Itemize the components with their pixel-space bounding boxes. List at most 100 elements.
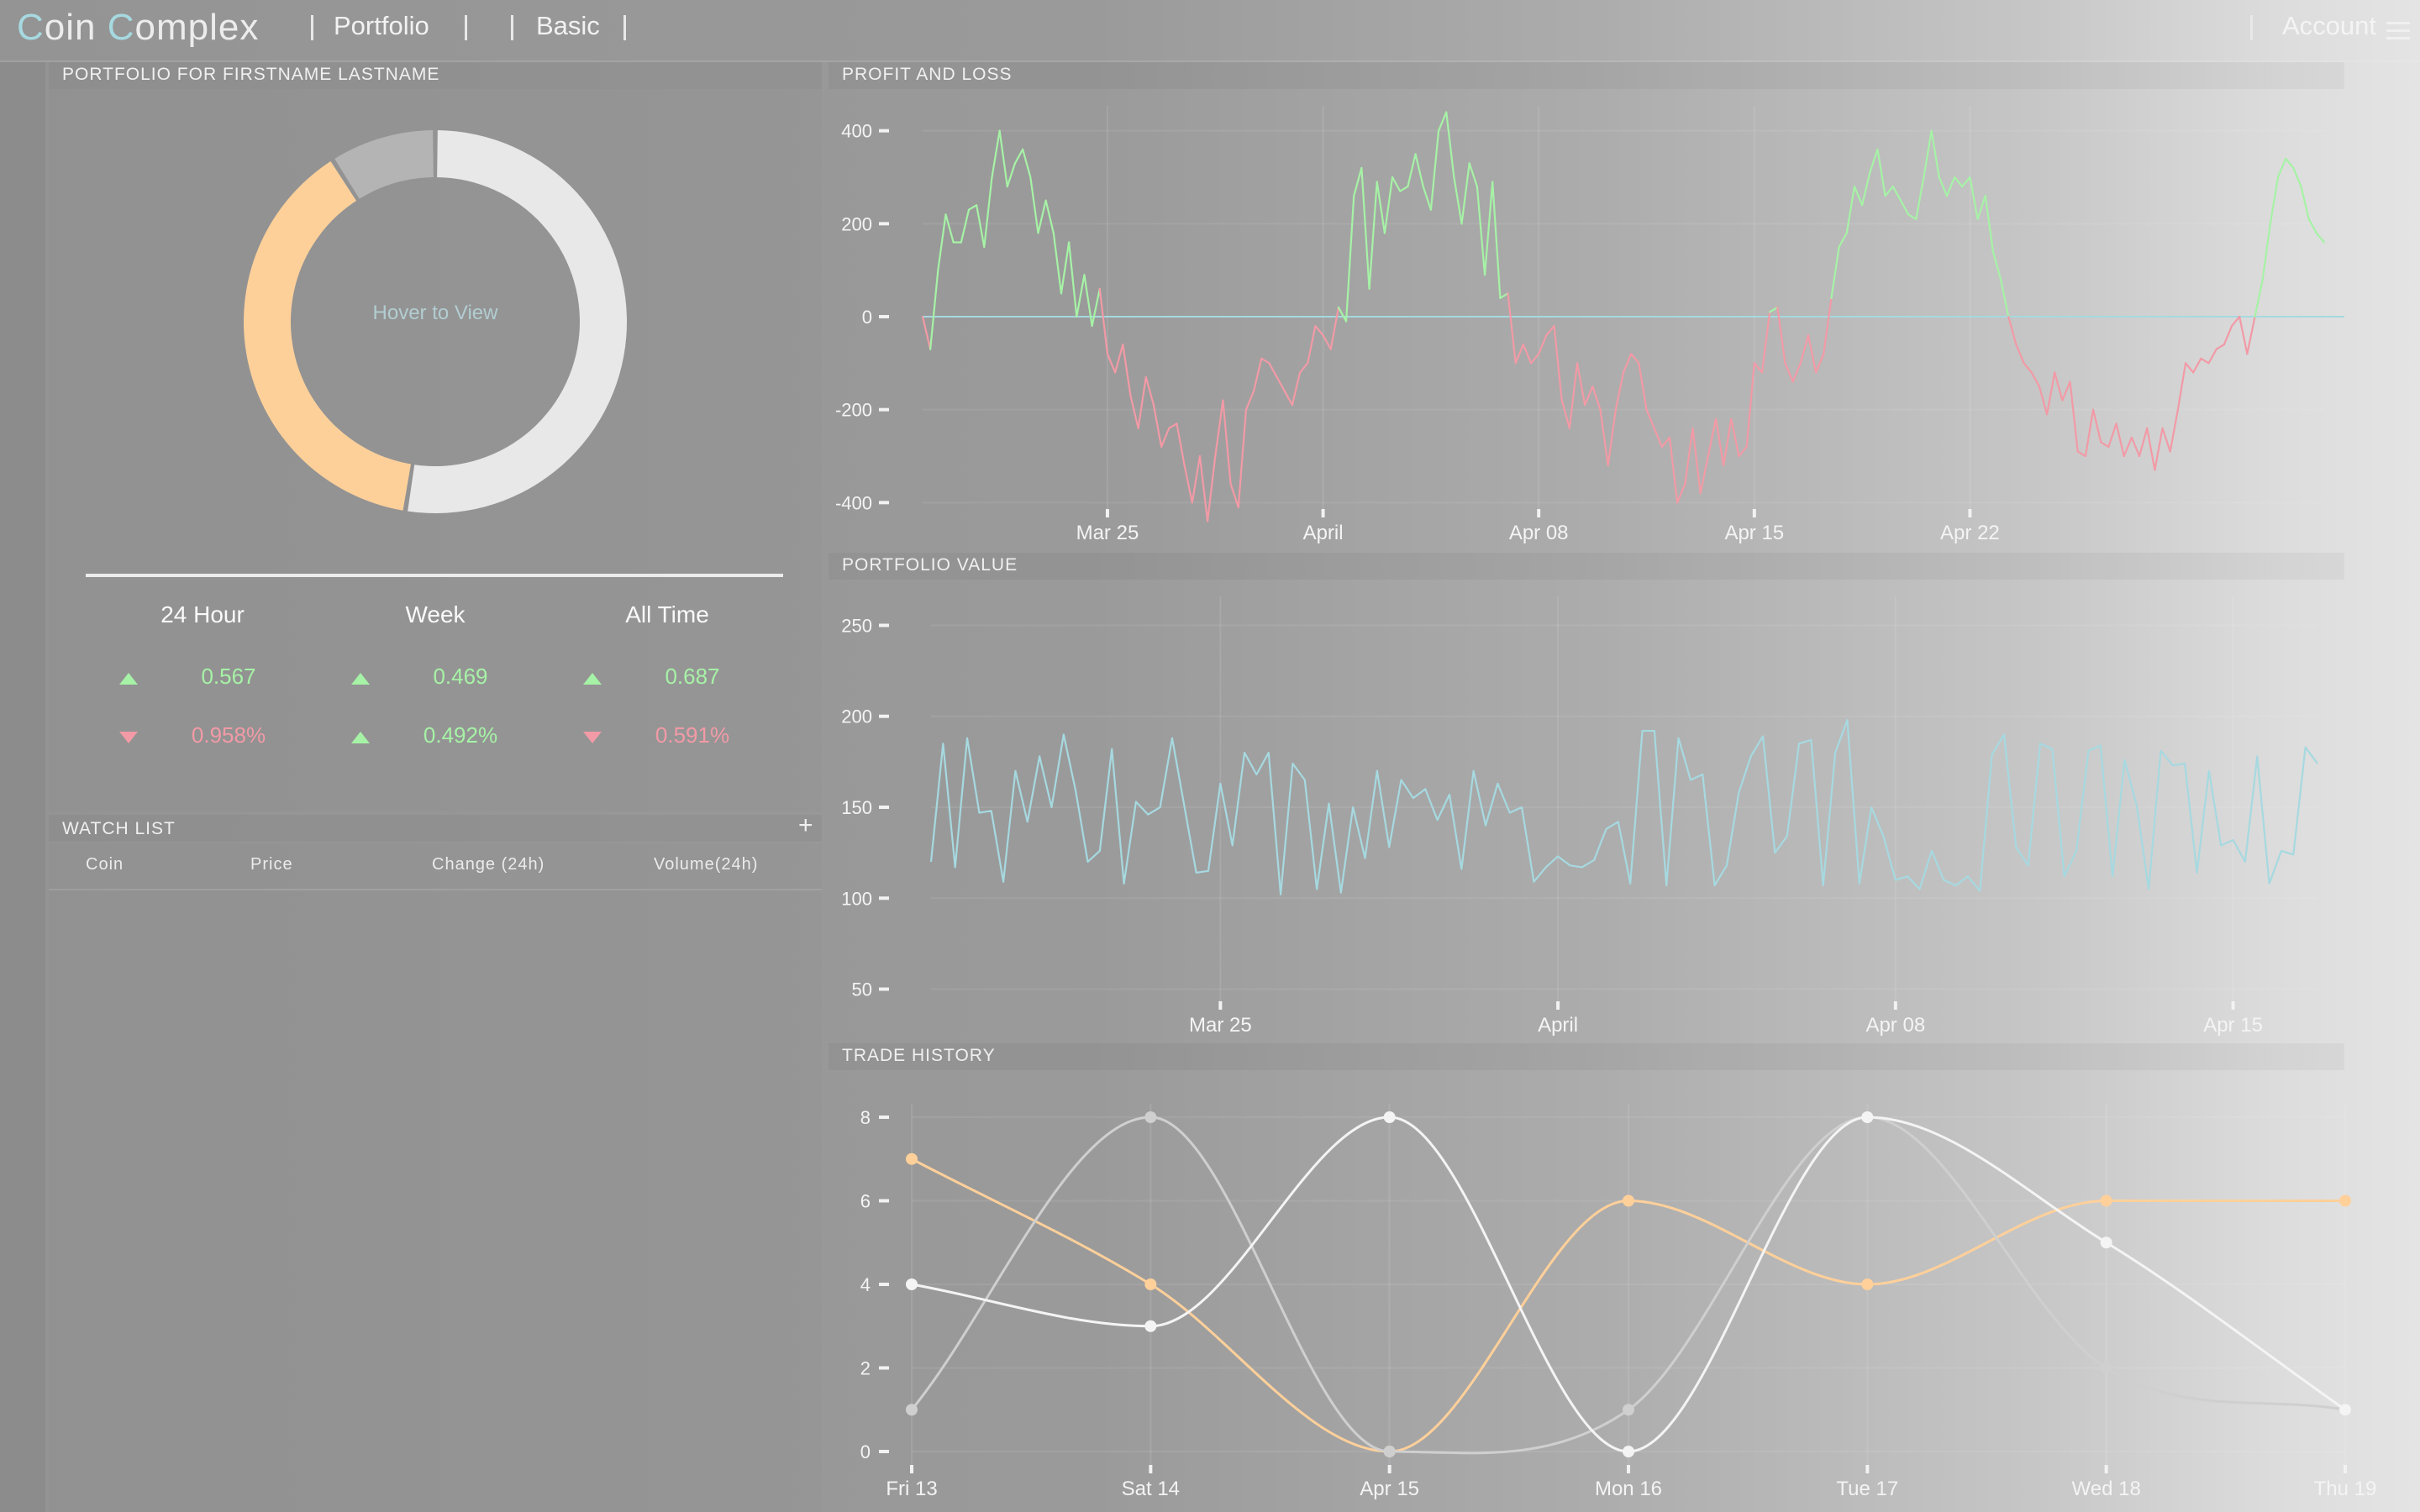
hamburger-menu-icon[interactable] <box>2386 22 2410 40</box>
trade-point[interactable] <box>906 1278 918 1290</box>
nav-portfolio-link[interactable]: Portfolio <box>334 11 429 41</box>
pnl-line-segment <box>1029 176 1039 234</box>
pnl-line-segment <box>2230 315 2241 328</box>
portfolio-donut-chart[interactable]: Hover to View <box>227 118 647 529</box>
trade-point[interactable] <box>1623 1404 1634 1416</box>
pnl-line-segment <box>1684 427 1694 486</box>
nav-divider <box>2250 15 2253 40</box>
stat-value: 0.492% <box>423 722 498 748</box>
pnl-line-segment <box>1260 357 1270 365</box>
pnl-line-segment <box>1499 292 1509 299</box>
trade-point[interactable] <box>1144 1111 1157 1123</box>
pnl-line-segment <box>1769 306 1779 313</box>
pnl-line-segment <box>1106 353 1117 374</box>
pnl-line-segment <box>1760 311 1771 374</box>
pnl-line-segment <box>1214 399 1224 458</box>
trade-point[interactable] <box>2100 1362 2112 1374</box>
pnl-line-segment <box>2200 357 2210 365</box>
donut-slice-2[interactable] <box>334 130 434 199</box>
pnl-line-segment <box>2091 408 2102 444</box>
trade-point[interactable] <box>2100 1194 2112 1207</box>
trade-point[interactable] <box>906 1152 918 1165</box>
trend-down-icon <box>583 732 602 743</box>
left-gutter <box>0 62 45 1512</box>
pnl-line-segment <box>2176 362 2187 411</box>
pnl-line-segment <box>1376 181 1386 234</box>
pnl-line-segment <box>1568 362 1579 429</box>
pnl-line-segment <box>1630 353 1640 365</box>
pnl-line-segment <box>1460 162 1470 225</box>
trade-point[interactable] <box>906 1404 918 1416</box>
logo-text-oin: oin <box>44 7 108 48</box>
app-logo[interactable]: Coin Complex <box>17 7 259 49</box>
add-watchlist-button[interactable]: + <box>798 811 813 840</box>
pnl-line-segment <box>1861 171 1871 207</box>
pnl-line-segment <box>1545 324 1555 337</box>
portfolio-value-chart[interactable]: Mar 25 April Apr 08 Apr 15 250 200 150 100 50 <box>829 580 2344 1042</box>
pnl-line-segment <box>1953 176 1964 188</box>
pnl-line-segment <box>1344 195 1355 323</box>
profit-loss-chart[interactable]: Mar 25 April Apr 08 Apr 15 Apr 22 400 200 0 -200… <box>829 89 2344 551</box>
trade-point[interactable] <box>1623 1194 1634 1207</box>
pnl-line-segment <box>1006 162 1017 188</box>
pnl-line-segment <box>1891 185 1902 202</box>
x-tick-label: Apr 08 <box>1509 522 1569 544</box>
logo-letter-c: C <box>17 7 45 48</box>
y-tick-label: 400 <box>841 121 872 142</box>
donut-slice-1[interactable] <box>244 161 411 511</box>
pnl-line-segment <box>1037 199 1047 234</box>
trade-point[interactable] <box>1861 1278 1874 1290</box>
pnl-line-segment <box>2084 408 2095 458</box>
pnl-line-segment <box>2223 324 2233 346</box>
pnl-line-segment <box>1022 148 1032 179</box>
pnl-line-segment <box>1622 353 1633 374</box>
pnl-line-segment <box>1553 324 1563 402</box>
pnl-line-segment <box>2276 157 2287 179</box>
pnl-line-segment <box>1915 176 1925 220</box>
pnl-line-segment <box>2292 166 2302 188</box>
trade-point[interactable] <box>1861 1111 1874 1123</box>
pnl-line-segment <box>1291 371 1302 407</box>
pnl-line-segment <box>2269 176 2280 225</box>
trade-history-chart[interactable]: Fri 13 Sat 14 Apr 15 Mon 16 Tue 17 Wed 18 Thu … <box>829 1070 2420 1512</box>
pnl-line-segment <box>1229 483 1239 508</box>
y-tick-label: 0 <box>860 1441 871 1462</box>
pnl-line-segment <box>2146 427 2156 471</box>
x-tick-label: Wed 18 <box>2072 1478 2141 1500</box>
pnl-line-segment <box>2192 357 2202 374</box>
pnl-line-segment <box>1252 357 1263 392</box>
pnl-line-segment <box>2285 157 2295 170</box>
pnl-line-segment <box>1191 454 1202 504</box>
trade-point[interactable] <box>2100 1236 2112 1249</box>
trade-point[interactable] <box>2339 1194 2351 1207</box>
pnl-line-segment <box>998 129 1008 188</box>
pnl-line-segment <box>1183 464 1193 504</box>
trade-point[interactable] <box>1144 1278 1157 1290</box>
y-tick-label: 6 <box>860 1191 871 1212</box>
pnl-line-segment <box>2184 362 2195 374</box>
pnl-line-segment <box>2069 381 2079 453</box>
nav-basic-link[interactable]: Basic <box>536 11 600 41</box>
pnl-line-segment <box>2045 371 2056 416</box>
pnl-line-segment <box>1945 176 1956 197</box>
trade-point[interactable] <box>1383 1111 1396 1123</box>
trade-point[interactable] <box>2339 1404 2351 1416</box>
pnl-line-segment <box>1137 375 1147 429</box>
pnl-line-segment <box>1938 176 1949 197</box>
account-link[interactable]: Account <box>2282 11 2376 41</box>
trend-up-icon <box>119 673 138 685</box>
pnl-line-segment <box>1114 344 1124 374</box>
trend-up-icon <box>583 673 602 685</box>
trade-point[interactable] <box>1144 1320 1157 1332</box>
trade-point[interactable] <box>1383 1446 1396 1457</box>
pnl-line-segment <box>2238 315 2249 355</box>
trade-point[interactable] <box>1623 1446 1634 1457</box>
pnl-line-segment <box>1453 176 1463 225</box>
donut-hover-hint: Hover to View <box>373 302 499 324</box>
pnl-line-segment <box>1222 399 1232 486</box>
pnl-line-segment <box>2138 427 2149 458</box>
pnl-line-segment <box>1653 427 1663 449</box>
trend-down-icon <box>119 732 138 743</box>
pnl-line-segment <box>1738 445 1748 458</box>
pnl-line-segment <box>1807 334 1818 374</box>
